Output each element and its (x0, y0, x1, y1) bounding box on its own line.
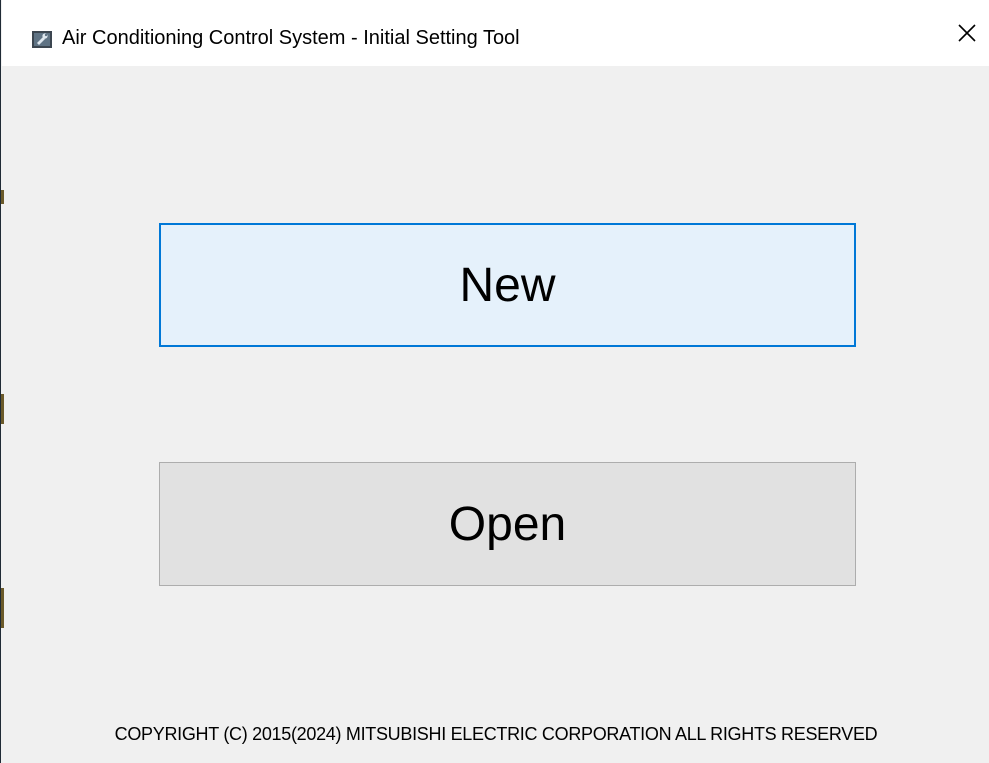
window-edge-mark (1, 190, 4, 204)
window-edge-mark (1, 394, 4, 424)
open-button-label: Open (448, 497, 567, 551)
app-window: Air Conditioning Control System - Initia… (0, 0, 989, 763)
close-button[interactable] (944, 12, 989, 58)
new-button-label: New (459, 258, 556, 312)
new-button[interactable]: New (159, 223, 856, 347)
window-title: Air Conditioning Control System - Initia… (62, 27, 520, 49)
close-icon (957, 23, 977, 48)
window-edge-mark (1, 588, 4, 628)
main-content: New Open COPYRIGHT (C) 2015(2024) MITSUB… (2, 66, 989, 763)
app-wrench-icon (32, 31, 52, 48)
open-button[interactable]: Open (159, 462, 856, 586)
copyright-text: COPYRIGHT (C) 2015(2024) MITSUBISHI ELEC… (114, 724, 878, 744)
title-bar[interactable]: Air Conditioning Control System - Initia… (2, 0, 989, 66)
